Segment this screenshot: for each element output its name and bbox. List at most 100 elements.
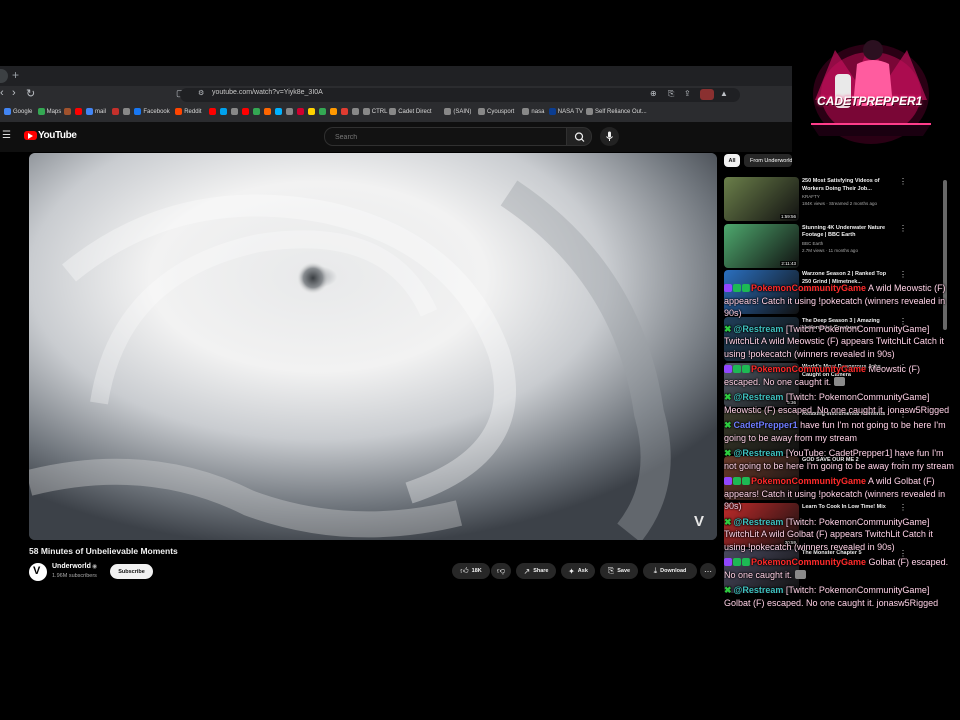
verified-badge-icon	[742, 284, 750, 292]
save-button[interactable]: ⎘ Save	[600, 563, 638, 579]
verified-badge-icon	[742, 365, 750, 373]
bookmark-item[interactable]	[351, 108, 359, 115]
extension-icon[interactable]	[700, 89, 714, 100]
chat-message: ✖ @Restream [Twitch: PokemonCommunityGame…	[724, 391, 956, 416]
share-page-icon[interactable]: ⇪	[684, 89, 691, 98]
bookmark-item[interactable]: Reddit	[175, 108, 202, 115]
bookmark-item[interactable]	[123, 108, 131, 115]
subscribe-button[interactable]: Subscribe	[110, 564, 153, 579]
bookmark-item[interactable]: NASA TV	[548, 108, 584, 115]
chip-all[interactable]: All	[724, 154, 740, 167]
menu-icon[interactable]: ☰	[2, 130, 11, 141]
dislike-button[interactable]: 👎︎	[491, 563, 511, 579]
more-actions-button[interactable]: ⋯	[700, 563, 716, 579]
recommendation-item[interactable]: 2:11:43 Stunning 4K Underwater Nature Foo…	[724, 223, 950, 268]
bookmark-favicon-icon	[351, 108, 359, 115]
bookmark-item[interactable]: nasa	[522, 108, 544, 115]
video-player[interactable]	[29, 153, 717, 540]
bookmark-item[interactable]	[230, 108, 238, 115]
bookmark-favicon-icon	[175, 108, 183, 115]
more-options-icon[interactable]: ⋮	[899, 177, 907, 186]
bookmark-item[interactable]: (SAIN)	[444, 108, 471, 115]
bookmark-item[interactable]	[263, 108, 271, 115]
bookmark-item[interactable]: Google	[4, 108, 32, 115]
like-button[interactable]: 👍︎ 18K	[452, 563, 490, 579]
bookmark-item[interactable]: Cyousport	[478, 108, 514, 115]
recommendation-channel[interactable]: KRAFTY	[802, 194, 820, 199]
bookmark-favicon-icon	[318, 108, 326, 115]
bookmark-item[interactable]	[219, 108, 227, 115]
bookmark-item[interactable]	[307, 108, 315, 115]
video-thumbnail[interactable]: 2:11:43	[724, 223, 799, 268]
restream-badge-icon: ✖	[724, 585, 732, 595]
chat-message: PokemonCommunityGame Meowstic (F) escape…	[724, 363, 956, 388]
share-button[interactable]: ↗ Share	[516, 563, 556, 579]
youtube-logo-text[interactable]: YouTube	[38, 130, 77, 141]
bookmark-item[interactable]: Maps	[37, 108, 62, 115]
share-icon: ↗	[523, 566, 531, 576]
recommendation-channel[interactable]: BBC Earth	[802, 241, 823, 246]
bookmark-label: Maps	[46, 108, 62, 115]
moderator-badge-icon	[733, 365, 741, 373]
chat-username: @Restream	[733, 516, 784, 527]
channel-watermark[interactable]: V	[694, 513, 704, 530]
bookmark-favicon-icon	[123, 108, 131, 115]
back-icon[interactable]: ‹	[0, 87, 4, 99]
recommendation-title[interactable]: 250 Most Satisfying Videos of Workers Do…	[802, 178, 894, 193]
browser-tab-strip	[0, 66, 792, 86]
chat-message: PokemonCommunityGame A wild Golbat (F) a…	[724, 475, 956, 513]
bookmark-favicon-icon	[64, 108, 71, 115]
more-options-icon[interactable]: ⋮	[899, 224, 907, 233]
recommendation-item[interactable]: 1:59:56 250 Most Satisfying Videos of Wor…	[724, 177, 950, 221]
bookmark-favicon-icon	[230, 108, 238, 115]
new-tab-button[interactable]: +	[12, 68, 19, 82]
moderator-badge-icon	[733, 477, 741, 485]
bookmark-item[interactable]	[296, 108, 304, 115]
search-box	[324, 127, 568, 146]
moderator-badge-icon	[733, 558, 741, 566]
extensions-menu-icon[interactable]: ▲	[720, 89, 728, 98]
bookmark-item[interactable]: Facebook	[134, 108, 170, 115]
search-icon	[574, 132, 585, 142]
search-button[interactable]	[566, 127, 592, 146]
search-input[interactable]	[333, 130, 557, 144]
twitch-badge-icon	[724, 284, 732, 292]
restream-badge-icon: ✖	[724, 448, 732, 458]
bookmark-item[interactable]	[64, 108, 71, 115]
video-thumbnail[interactable]: 1:59:56	[724, 177, 799, 221]
thumbs-down-icon: 👎︎	[496, 566, 506, 575]
bookmark-label: NASA TV	[557, 108, 584, 115]
bookmark-item[interactable]	[318, 108, 326, 115]
bookmark-item[interactable]	[252, 108, 260, 115]
bookmark-item[interactable]	[208, 108, 216, 115]
download-button[interactable]: ⤓ Download	[643, 563, 697, 579]
bookmark-item[interactable]	[75, 108, 82, 115]
channel-name[interactable]: Underworld	[52, 563, 91, 570]
bookmark-favicon-icon	[329, 108, 337, 115]
bookmark-item[interactable]	[241, 108, 249, 115]
bookmark-label: Self Reliance Out...	[595, 108, 647, 115]
bookmark-item[interactable]	[329, 108, 337, 115]
forward-icon[interactable]: ›	[12, 87, 16, 99]
zoom-icon[interactable]: ⊕	[650, 89, 657, 98]
bookmark-item[interactable]	[340, 108, 348, 115]
install-icon[interactable]: ⎘	[668, 89, 674, 99]
bookmark-item[interactable]	[274, 108, 282, 115]
chip-from-channel[interactable]: From Underworld	[744, 154, 792, 167]
bookmark-item[interactable]: CTRL	[362, 108, 387, 115]
bookmark-item[interactable]	[285, 108, 293, 115]
bookmark-item[interactable]: mail	[86, 108, 106, 115]
ask-button[interactable]: ✦ Ask	[561, 563, 595, 579]
bookmark-item[interactable]: Cadet Direct	[389, 108, 432, 115]
twitch-badge-icon	[724, 365, 732, 373]
recommendation-title[interactable]: Stunning 4K Underwater Nature Footage | …	[802, 225, 894, 240]
streamer-logo-text: CADETPREPPER1	[817, 94, 923, 108]
bookmark-item[interactable]	[112, 108, 120, 115]
more-options-icon[interactable]: ⋮	[899, 270, 907, 279]
site-info-icon[interactable]: ⚙	[198, 89, 204, 97]
voice-search-button[interactable]	[600, 127, 619, 146]
reload-icon[interactable]: ↻	[26, 87, 35, 100]
bookmark-item[interactable]: Self Reliance Out...	[586, 108, 647, 115]
url-text[interactable]: youtube.com/watch?v=Yiyk8e_3I0A	[212, 89, 323, 96]
microphone-icon	[606, 131, 613, 141]
